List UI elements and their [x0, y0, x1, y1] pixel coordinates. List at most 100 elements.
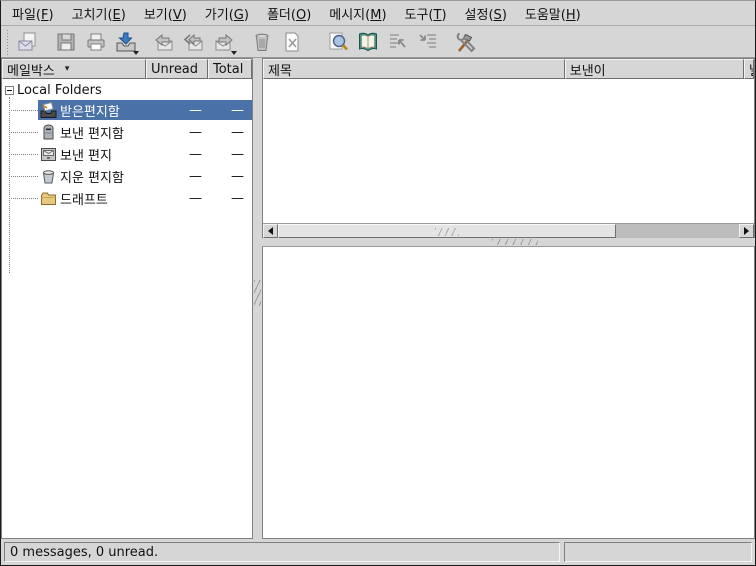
jump-to-list-button[interactable]: [384, 28, 412, 56]
reply-button[interactable]: [150, 28, 178, 56]
reply-all-icon: [183, 31, 205, 53]
folder-total-count: —: [208, 103, 252, 118]
menu-go[interactable]: 가기(G): [196, 2, 258, 25]
folder-name: 받은편지함: [58, 101, 150, 120]
menu-view[interactable]: 보기(V): [135, 2, 196, 25]
find-messages-button[interactable]: [324, 28, 352, 56]
folder-row-outbox[interactable]: 보낸 편지함 — —: [2, 121, 252, 143]
menu-tools[interactable]: 도구(T): [396, 2, 456, 25]
folder-unread-count: —: [150, 169, 208, 184]
drafts-folder-icon: [38, 190, 58, 207]
compose-mail-icon: [17, 31, 39, 53]
tools-button[interactable]: [452, 28, 480, 56]
folder-total-count: —: [208, 169, 252, 184]
status-secondary: [564, 542, 752, 562]
trash-icon: [251, 31, 273, 53]
splitter-grip[interactable]: [492, 239, 538, 245]
selected-folder[interactable]: 받은편지함 — —: [38, 100, 252, 120]
address-book-icon: [357, 31, 379, 53]
arrow-right-icon: [744, 227, 749, 235]
tools-icon: [455, 31, 477, 53]
menu-settings[interactable]: 설정(S): [456, 2, 516, 25]
menu-file[interactable]: 파일(F): [3, 2, 63, 25]
horizontal-scrollbar[interactable]: [263, 223, 754, 238]
move-to-list-button[interactable]: [414, 28, 442, 56]
folder-unread-count: —: [150, 147, 208, 162]
menubar: 파일(F) 고치기(E) 보기(V) 가기(G) 폴더(O) 메시지(M) 도구…: [1, 1, 755, 26]
save-icon: [55, 31, 77, 53]
print-button[interactable]: [82, 28, 110, 56]
scrollbar-track[interactable]: [616, 224, 739, 238]
menu-message[interactable]: 메시지(M): [320, 2, 395, 25]
folder-name: 지운 편지함: [58, 167, 150, 186]
forward-button[interactable]: [210, 28, 238, 56]
tree-branch: [9, 110, 38, 111]
folder-tree: Local Folders 받은편지함 — — 보낸 편지함: [2, 79, 252, 538]
collapse-expander-icon[interactable]: [5, 86, 14, 95]
menu-help[interactable]: 도움말(H): [516, 2, 590, 25]
reply-icon: [153, 31, 175, 53]
find-messages-icon: [327, 31, 349, 53]
scrollbar-thumb[interactable]: [278, 224, 616, 238]
cancel-message-icon: [281, 31, 303, 53]
message-preview-pane[interactable]: [262, 246, 755, 539]
folder-row-drafts[interactable]: 드래프트 — —: [2, 187, 252, 209]
folder-unread-count: —: [150, 103, 208, 118]
message-list-pane: 제목 보낸이 날: [262, 58, 755, 238]
mail-client-window: 파일(F) 고치기(E) 보기(V) 가기(G) 폴더(O) 메시지(M) 도구…: [0, 0, 756, 566]
scroll-left-button[interactable]: [263, 224, 278, 238]
chevron-down-icon: [133, 51, 139, 55]
message-list[interactable]: [263, 79, 754, 223]
folder-total-count: —: [208, 147, 252, 162]
chevron-down-icon: [231, 51, 237, 55]
arrow-left-icon: [268, 227, 273, 235]
column-header-total[interactable]: Total: [208, 59, 252, 79]
address-book-button[interactable]: [354, 28, 382, 56]
folder-name: 드래프트: [58, 189, 150, 208]
folder-row-trash[interactable]: 지운 편지함 — —: [2, 165, 252, 187]
column-header-subject[interactable]: 제목: [263, 59, 565, 79]
folder-total-count: —: [208, 191, 252, 206]
check-mail-button[interactable]: [112, 28, 140, 56]
column-header-unread[interactable]: Unread: [146, 59, 208, 79]
check-mail-icon: [115, 31, 137, 53]
folder-pane-header: 메일박스 ▾ Unread Total: [2, 59, 252, 79]
vertical-splitter[interactable]: [253, 58, 262, 539]
column-header-mailbox[interactable]: 메일박스 ▾: [2, 59, 146, 79]
sent-mail-icon: [38, 146, 58, 163]
folder-row-sent[interactable]: 보낸 편지 — —: [2, 143, 252, 165]
folder-unread-count: —: [150, 191, 208, 206]
column-header-date[interactable]: 날: [744, 59, 754, 79]
cancel-message-button[interactable]: [278, 28, 306, 56]
status-message: 0 messages, 0 unread.: [4, 542, 560, 562]
trash-button[interactable]: [248, 28, 276, 56]
folder-row-inbox[interactable]: 받은편지함 — —: [2, 99, 252, 121]
forward-icon: [213, 31, 235, 53]
horizontal-splitter[interactable]: [262, 238, 755, 246]
folder-name: 보낸 편지: [58, 145, 150, 164]
tree-branch: [9, 154, 38, 155]
column-header-sender[interactable]: 보낸이: [565, 59, 744, 79]
reply-all-button[interactable]: [180, 28, 208, 56]
trash-folder-icon: [38, 168, 58, 185]
toolbar-drag-handle[interactable]: [5, 29, 10, 55]
tree-branch: [9, 198, 38, 199]
sort-descending-icon: ▾: [65, 64, 70, 74]
folder-name: 보낸 편지함: [58, 123, 150, 142]
folder-root-row[interactable]: Local Folders: [2, 81, 252, 99]
message-list-header: 제목 보낸이 날: [263, 59, 754, 79]
jump-to-list-icon: [387, 31, 409, 53]
outbox-icon: [38, 124, 58, 141]
menu-edit[interactable]: 고치기(E): [63, 2, 135, 25]
menu-folder[interactable]: 폴더(O): [258, 2, 320, 25]
message-area: 제목 보낸이 날: [262, 58, 755, 539]
move-to-list-icon: [417, 31, 439, 53]
save-button[interactable]: [52, 28, 80, 56]
splitter-grip[interactable]: [254, 280, 261, 306]
tree-branch: [9, 176, 38, 177]
scroll-right-button[interactable]: [739, 224, 754, 238]
thumb-grip: [435, 228, 459, 236]
toolbar: [1, 26, 755, 58]
compose-mail-button[interactable]: [14, 28, 42, 56]
folder-total-count: —: [208, 125, 252, 140]
